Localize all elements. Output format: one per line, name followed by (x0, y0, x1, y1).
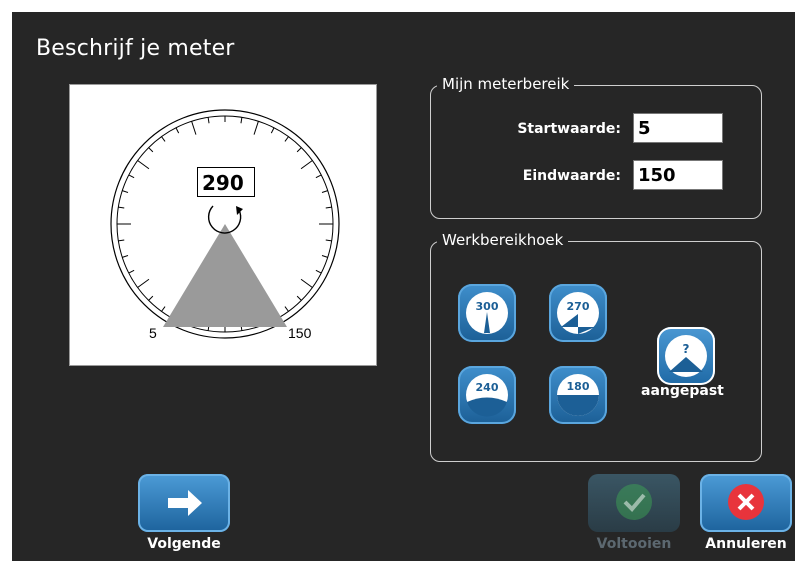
gauge-tick (161, 136, 166, 142)
gauge-tick (321, 190, 328, 193)
gauge-tick (175, 127, 180, 134)
gauge-tick (270, 127, 275, 134)
gauge-tick (300, 278, 313, 288)
gauge-tick (240, 117, 243, 124)
gauge-tick (296, 295, 302, 301)
gauge-tick (300, 160, 313, 170)
next-label: Volgende (147, 536, 221, 552)
gauge-wedge (163, 224, 287, 327)
gauge-tick (191, 121, 197, 135)
gauge-tick (325, 206, 332, 209)
gauge-tick (137, 278, 150, 288)
dialog-window: Beschrijf je meter 290 5 150 Mijn meterb… (12, 12, 795, 561)
finish-button[interactable]: Voltooien (588, 474, 680, 552)
angle-240-icon: 240 (466, 374, 508, 417)
gauge-tick (315, 269, 322, 274)
angle-300-button[interactable]: 300 (458, 284, 516, 342)
gauge-preview: 290 5 150 (69, 84, 377, 366)
angle-group: Werkbereikhoek 300 270 240 180 ? aangepa… (430, 231, 762, 462)
gauge-tick (284, 306, 289, 312)
gauge-tick (161, 306, 166, 312)
gauge-tick (128, 269, 135, 274)
checkmark-icon (616, 484, 652, 520)
angle-group-title: Werkbereikhoek (437, 231, 569, 249)
gauge-tick (321, 255, 328, 258)
end-value-input[interactable] (633, 160, 723, 190)
angle-custom-button[interactable]: ? (657, 327, 715, 385)
gauge-tick (325, 239, 332, 242)
range-group: Mijn meterbereik Startwaarde: Eindwaarde… (430, 75, 762, 219)
gauge-tick (122, 190, 129, 193)
angle-270-button[interactable]: 270 (549, 284, 607, 342)
custom-angle-icon: ? (665, 335, 707, 377)
angle-300-icon: 300 (466, 292, 508, 334)
rotate-arrow-head (236, 206, 243, 215)
gauge-tick (315, 174, 322, 179)
gauge-tick (296, 147, 302, 153)
angle-180-label: 180 (567, 380, 590, 393)
gauge-tick (128, 174, 135, 179)
dialog-title: Beschrijf je meter (36, 36, 235, 61)
angle-180-button[interactable]: 180 (549, 366, 607, 424)
gauge-tick (253, 121, 259, 135)
gauge-tick (148, 295, 154, 301)
next-button[interactable]: Volgende (138, 474, 230, 552)
end-value-label: Eindwaarde: (522, 168, 621, 184)
gauge-tick (118, 206, 125, 209)
gauge-tick (118, 239, 125, 242)
gauge-tick (137, 160, 150, 170)
start-value-input[interactable] (633, 113, 723, 143)
gauge-tick (284, 136, 289, 142)
gauge-tick (122, 255, 129, 258)
range-group-title: Mijn meterbereik (437, 75, 575, 93)
start-value-label: Startwaarde: (517, 121, 621, 137)
angle-240-button[interactable]: 240 (458, 366, 516, 424)
gauge-dial (110, 109, 340, 339)
custom-angle-label: aangepast (641, 383, 724, 399)
gauge-tick (148, 147, 154, 153)
angle-180-icon: 180 (557, 374, 599, 416)
cancel-button[interactable]: Annuleren (700, 474, 792, 552)
angle-240-label: 240 (476, 381, 499, 394)
gauge-tick (207, 117, 210, 124)
angle-300-label: 300 (476, 300, 499, 313)
angle-270-icon: 270 (557, 292, 599, 334)
close-icon (728, 484, 764, 520)
custom-angle-symbol: ? (683, 342, 690, 356)
gauge-end-label: 150 (288, 325, 312, 341)
angle-270-label: 270 (567, 300, 590, 313)
gauge-value: 290 (197, 167, 255, 197)
arrow-right-icon (168, 490, 202, 516)
cancel-label: Annuleren (705, 536, 787, 552)
gauge-start-label: 5 (149, 325, 157, 341)
